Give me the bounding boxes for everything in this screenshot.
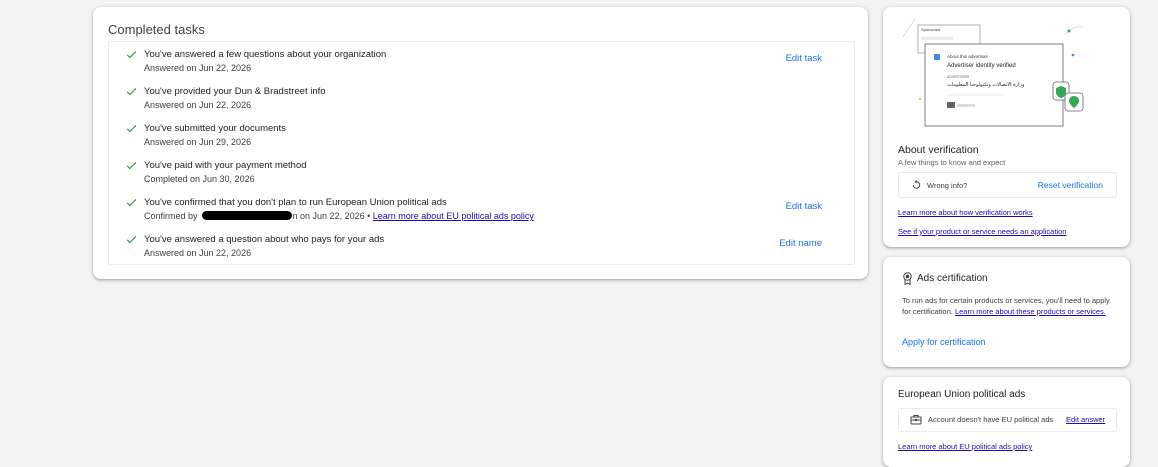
advertiser-label: ADVERTISER: [947, 75, 970, 79]
sponsored-label: Sponsored: [921, 27, 940, 32]
task-organization-questions: You've answered a few questions about yo…: [109, 42, 854, 78]
check-icon: [126, 199, 137, 207]
task-subtitle: Answered on Jun 22, 2026: [144, 248, 252, 258]
ads-certification-card: Ads certification To run ads for certain…: [883, 257, 1130, 367]
completed-tasks-title: Completed tasks: [108, 22, 205, 37]
eu-policy-link[interactable]: Learn more about EU political ads policy: [373, 211, 534, 221]
check-icon: [126, 125, 137, 133]
wrong-info-box: Wrong info? Reset verification: [898, 172, 1117, 198]
task-list: You've answered a few questions about yo…: [108, 41, 855, 265]
task-title: You've submitted your documents: [144, 123, 286, 134]
briefcase-icon: [910, 415, 922, 425]
edit-task-button[interactable]: Edit task: [786, 53, 822, 64]
eu-policy-learn-more-link[interactable]: Learn more about EU political ads policy: [898, 442, 1032, 451]
check-icon: [126, 88, 137, 96]
edit-name-button[interactable]: Edit name: [779, 238, 822, 249]
task-subtitle: Answered on Jun 29, 2026: [144, 137, 252, 147]
about-verification-title: About verification: [898, 144, 979, 156]
about-verification-card: Sponsored About this advertiser Advertis…: [883, 7, 1130, 247]
task-subtitle: Answered on Jun 22, 2026: [144, 100, 252, 110]
task-documents: You've submitted your documents Answered…: [109, 116, 854, 152]
eu-status-label: Account doesn't have EU political ads: [928, 415, 1054, 424]
wrong-info-label: Wrong info?: [927, 181, 968, 190]
confirmed-by-label: Confirmed by: [144, 211, 198, 221]
application-info-link[interactable]: See if your product or service needs an …: [898, 227, 1066, 236]
certificate-icon: [903, 272, 912, 285]
verification-illustration: Sponsored About this advertiser Advertis…: [902, 18, 1084, 127]
task-title: You've provided your Dun & Bradstreet in…: [144, 86, 326, 97]
task-dun-bradstreet: You've provided your Dun & Bradstreet in…: [109, 79, 854, 115]
about-verification-subtitle: A few things to know and expect: [898, 158, 1006, 167]
redacted-name: [201, 211, 292, 220]
edit-task-button[interactable]: Edit task: [786, 201, 822, 212]
task-title: You've confirmed that you don't plan to …: [144, 197, 447, 208]
verification-info-link[interactable]: Learn more about how verification works: [898, 208, 1033, 217]
completed-tasks-card: Completed tasks You've answered a few qu…: [93, 7, 868, 279]
eu-political-ads-title: European Union political ads: [898, 389, 1026, 400]
eu-political-ads-card: European Union political ads Account doe…: [883, 377, 1130, 467]
check-icon: [126, 51, 137, 59]
advertiser-name: وزارة الاتصالات وتكنولوجيا المعلومات: [947, 82, 1025, 88]
task-eu-political-ads: You've confirmed that you don't plan to …: [109, 190, 854, 226]
apply-for-certification-button[interactable]: Apply for certification: [902, 337, 986, 347]
task-title: You've answered a few questions about yo…: [144, 49, 387, 60]
check-icon: [126, 236, 137, 244]
task-subtitle: Answered on Jun 22, 2026: [144, 63, 252, 73]
task-subtitle: Completed on Jun 30, 2026: [144, 174, 255, 184]
identity-verified-label: Advertiser identity verified: [947, 63, 1016, 69]
ads-certification-text: To run ads for certain products or servi…: [902, 296, 1114, 317]
ads-certification-title: Ads certification: [917, 273, 988, 284]
eu-status-box: Account doesn't have EU political ads Ed…: [898, 408, 1117, 432]
check-icon: [126, 162, 137, 170]
task-title: You've answered a question about who pay…: [144, 234, 385, 245]
task-who-pays: You've answered a question about who pay…: [109, 227, 854, 263]
certification-products-link[interactable]: Learn more about these products or servi…: [955, 307, 1106, 316]
reset-icon: [912, 179, 921, 189]
task-subtitle: Confirmed by n on Jun 22, 2026 • Learn mo…: [144, 211, 534, 221]
edit-answer-link[interactable]: Edit answer: [1066, 415, 1105, 424]
reset-verification-button[interactable]: Reset verification: [1038, 180, 1103, 190]
task-title: You've paid with your payment method: [144, 160, 307, 171]
about-advertiser-label: About this advertiser: [947, 54, 989, 59]
task-payment: You've paid with your payment method Com…: [109, 153, 854, 189]
confirmed-date: n on Jun 22, 2026 •: [292, 211, 371, 221]
